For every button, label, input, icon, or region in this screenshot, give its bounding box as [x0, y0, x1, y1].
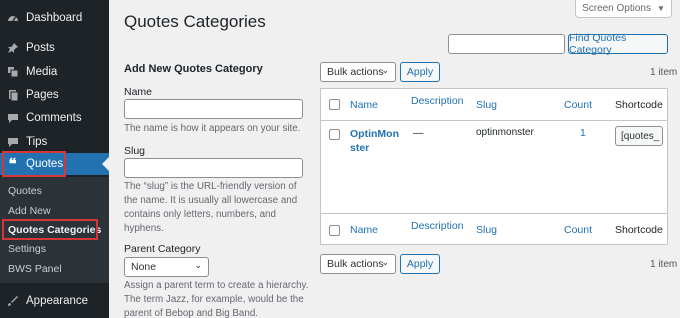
column-name-footer[interactable]: Name	[350, 224, 378, 236]
header-divider	[321, 120, 667, 121]
category-slug: optinmonster	[476, 127, 534, 138]
select-value: None	[131, 261, 157, 273]
parent-category-label: Parent Category	[124, 243, 201, 255]
search-input[interactable]	[448, 34, 565, 54]
name-description: The name is how it appears on your site.	[124, 123, 301, 134]
submenu-item-bws-panel[interactable]: BWS Panel	[8, 263, 62, 275]
highlight-box	[2, 219, 98, 240]
category-description: —	[413, 127, 424, 139]
menu-label: Pages	[26, 89, 59, 101]
pages-icon	[6, 89, 19, 102]
select-value: Bulk actions	[327, 66, 384, 78]
select-all-checkbox-footer[interactable]	[329, 225, 340, 236]
slug-description: The “slug” is the URL-friendly version o…	[124, 180, 297, 236]
menu-item-media[interactable]: Media	[0, 61, 109, 83]
column-shortcode-footer: Shortcode	[615, 224, 663, 236]
menu-label: Dashboard	[26, 12, 83, 24]
pin-icon	[6, 42, 19, 55]
column-name[interactable]: Name	[350, 99, 378, 111]
desc-line: The “slug” is the URL-friendly version o…	[124, 181, 297, 192]
menu-label: Media	[26, 66, 58, 78]
chevron-down-icon: ⌄	[381, 65, 389, 75]
current-menu-arrow	[102, 157, 109, 171]
menu-item-appearance[interactable]: Appearance	[0, 290, 109, 312]
name-line: ster	[350, 142, 370, 154]
find-category-button[interactable]: Find Quotes Category	[568, 32, 668, 56]
page-title: Quotes Categories	[124, 12, 266, 31]
select-value: Bulk actions	[327, 258, 384, 270]
apply-button-bottom[interactable]: Apply	[400, 254, 440, 274]
items-count-bottom: 1 item	[650, 259, 678, 270]
chevron-down-icon: ⌄	[194, 260, 202, 270]
submenu-item-settings[interactable]: Settings	[8, 243, 46, 255]
categories-table: Name Description Slug Count Shortcode Op…	[320, 88, 668, 245]
column-count-footer[interactable]: Count	[564, 224, 592, 236]
caret-down-icon: ▼	[657, 4, 665, 13]
parent-description: Assign a parent term to create a hierarc…	[124, 279, 308, 318]
name-line: OptinMon	[350, 128, 399, 140]
select-all-checkbox[interactable]	[329, 99, 340, 110]
slug-field[interactable]	[124, 158, 303, 178]
menu-item-pages[interactable]: Pages	[0, 84, 109, 106]
desc-line: contains only letters, numbers, and	[124, 209, 276, 220]
menu-label: Appearance	[26, 295, 89, 307]
chevron-down-icon: ⌄	[381, 257, 389, 267]
desc-line: hyphens.	[124, 223, 164, 234]
appearance-icon	[6, 295, 19, 308]
category-count-link[interactable]: 1	[580, 127, 586, 139]
category-name-link[interactable]: OptinMon ster	[350, 127, 399, 155]
column-shortcode: Shortcode	[615, 99, 663, 111]
name-label: Name	[124, 86, 153, 98]
menu-item-dashboard[interactable]: Dashboard	[0, 7, 109, 29]
name-field[interactable]	[124, 99, 303, 119]
column-count[interactable]: Count	[564, 99, 592, 111]
column-slug[interactable]: Slug	[476, 99, 497, 111]
form-heading: Add New Quotes Category	[124, 63, 263, 75]
submenu-item-add-new[interactable]: Add New	[8, 205, 51, 217]
desc-line: parent of Bebop and Big Band.	[124, 308, 258, 318]
row-checkbox[interactable]	[329, 129, 340, 140]
column-description[interactable]: Description	[411, 95, 464, 107]
bulk-actions-select-top[interactable]: Bulk actions ⌄	[320, 62, 396, 82]
bulk-actions-select-bottom[interactable]: Bulk actions ⌄	[320, 254, 396, 274]
desc-line: the name. It is usually all lowercase an…	[124, 195, 298, 206]
apply-button-top[interactable]: Apply	[400, 62, 440, 82]
desc-line: Assign a parent term to create a hierarc…	[124, 280, 309, 291]
slug-label: Slug	[124, 145, 146, 157]
desc-line: The term Jazz, for example, would be the	[124, 294, 304, 305]
tips-icon	[6, 136, 19, 149]
items-count-top: 1 item	[650, 67, 678, 78]
comments-icon	[6, 112, 19, 125]
parent-category-select[interactable]: None ⌄	[124, 257, 209, 277]
submenu-item-quotes[interactable]: Quotes	[8, 185, 42, 197]
screen-options-button[interactable]: Screen Options ▼	[575, 0, 672, 18]
media-icon	[6, 66, 19, 79]
menu-label: Comments	[26, 112, 82, 124]
column-slug-footer[interactable]: Slug	[476, 224, 497, 236]
menu-item-comments[interactable]: Comments	[0, 107, 109, 129]
screen-options-label: Screen Options	[582, 3, 651, 14]
menu-item-tips[interactable]: Tips	[0, 131, 109, 153]
footer-divider	[321, 213, 667, 214]
highlight-box	[2, 151, 66, 177]
dashboard-icon	[6, 12, 19, 25]
menu-label: Posts	[26, 42, 55, 54]
menu-label: Tips	[26, 136, 48, 148]
column-description-footer[interactable]: Description	[411, 220, 464, 232]
menu-item-posts[interactable]: Posts	[0, 37, 109, 59]
shortcode-field[interactable]: [quotes_	[615, 126, 663, 146]
